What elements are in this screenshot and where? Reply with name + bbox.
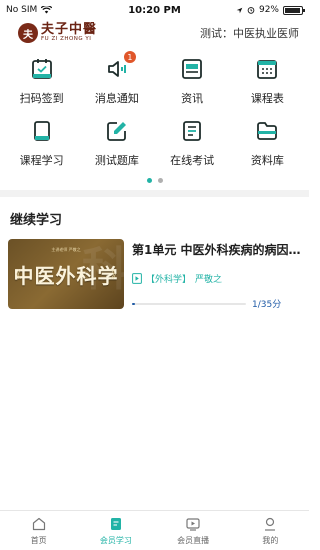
course-title[interactable]: 第1单元 中医外科疾病的病因病机 [132,241,301,258]
news-icon [179,56,205,82]
tab-member-live[interactable]: 会员直播 [155,511,232,550]
course-category: 【外科学】 [146,275,192,285]
logo-name-cn: 夫子中醫 [41,22,98,38]
course-progress: 1/35分 [132,297,301,310]
study-icon [110,517,121,530]
schedule-icon [254,56,280,82]
notification-badge: 1 [123,51,136,63]
grid-item-news[interactable]: 资讯 [155,54,230,110]
grid-label: 在线考试 [170,154,215,167]
app-logo[interactable]: 夫 夫子中醫 FU ZI ZHONG YI [18,23,97,43]
grid-label: 测试题库 [94,154,139,167]
course-meta: 【外科学】 严敬之 [132,272,301,285]
grid-item-library[interactable]: 资料库 [230,116,305,172]
edit-icon [104,118,130,144]
grid-pagination [0,176,309,184]
section-divider [0,190,309,197]
speaker-icon: 1 [104,51,136,82]
continue-learning-title: 继续学习 [10,213,63,228]
grid-label: 资料库 [250,154,284,167]
logo-mark-icon: 夫 [18,23,38,43]
folder-icon [254,118,280,144]
logo-text: 夫子中醫 FU ZI ZHONG YI [41,23,97,43]
grid-item-schedule[interactable]: 课程表 [230,54,305,110]
progress-track [132,302,246,305]
battery-fill [285,7,300,13]
course-info: 第1单元 中医外科疾病的病因病机 【外科学】 严敬之 1/35分 [132,239,301,310]
course-thumbnail[interactable]: 科 主讲老师 严敬之 《 中医外科学 》 [8,239,124,309]
thumbnail-subtitle: 主讲老师 严敬之 [51,247,81,252]
tab-label: 首页 [30,535,47,545]
grid-label: 消息通知 [94,92,139,105]
battery-icon [283,5,305,15]
status-bar: No SIM 10:20 PM 92% [0,0,309,20]
profile-icon [265,517,276,531]
pagination-dot[interactable] [157,177,163,183]
progress-fill [132,302,136,305]
grid-label: 课程表 [250,92,284,105]
document-icon [132,273,142,284]
bottom-tab-bar: 首页 会员学习 会员直播 我的 [0,510,309,550]
calendar-check-icon [29,56,55,82]
logo-name-en: FU ZI ZHONG YI [41,36,92,43]
grid-item-course-study[interactable]: 课程学习 [4,116,79,172]
thumbnail-quote-left: 《 [11,270,21,281]
tab-member-study[interactable]: 会员学习 [77,511,154,550]
course-teacher: 严敬之 [195,275,223,285]
thumbnail-quote-right: 》 [111,270,121,281]
tab-label: 会员直播 [177,535,210,545]
live-icon [186,517,200,531]
grid-label: 资讯 [181,92,204,105]
status-time: 10:20 PM [128,4,181,16]
function-grid: 扫码签到 1 消息通知 资讯 课程表 课程学习 测试题库 在线考试 资料库 [0,46,309,172]
tab-home[interactable]: 首页 [0,511,77,550]
tab-label: 会员学习 [99,535,132,545]
home-icon [32,517,45,530]
grid-item-scan-checkin[interactable]: 扫码签到 [4,54,79,110]
app-header: 夫 夫子中醫 FU ZI ZHONG YI 测试：中医执业医师 [0,20,309,46]
exam-list-icon [179,118,205,144]
grid-item-online-exam[interactable]: 在线考试 [155,116,230,172]
grid-label: 课程学习 [19,154,64,167]
tab-profile[interactable]: 我的 [232,511,309,550]
course-card[interactable]: 科 主讲老师 严敬之 《 中医外科学 》 第1单元 中医外科疾病的病因病机 【外… [0,235,309,310]
progress-text: 1/35分 [252,300,282,310]
grid-label: 扫码签到 [19,92,64,105]
pagination-dot-active[interactable] [146,177,152,183]
book-icon [29,118,55,144]
tab-label: 我的 [262,535,279,545]
grid-item-notifications[interactable]: 1 消息通知 [79,51,154,110]
grid-item-question-bank[interactable]: 测试题库 [79,116,154,172]
exam-selector[interactable]: 测试：中医执业医师 [200,25,299,41]
